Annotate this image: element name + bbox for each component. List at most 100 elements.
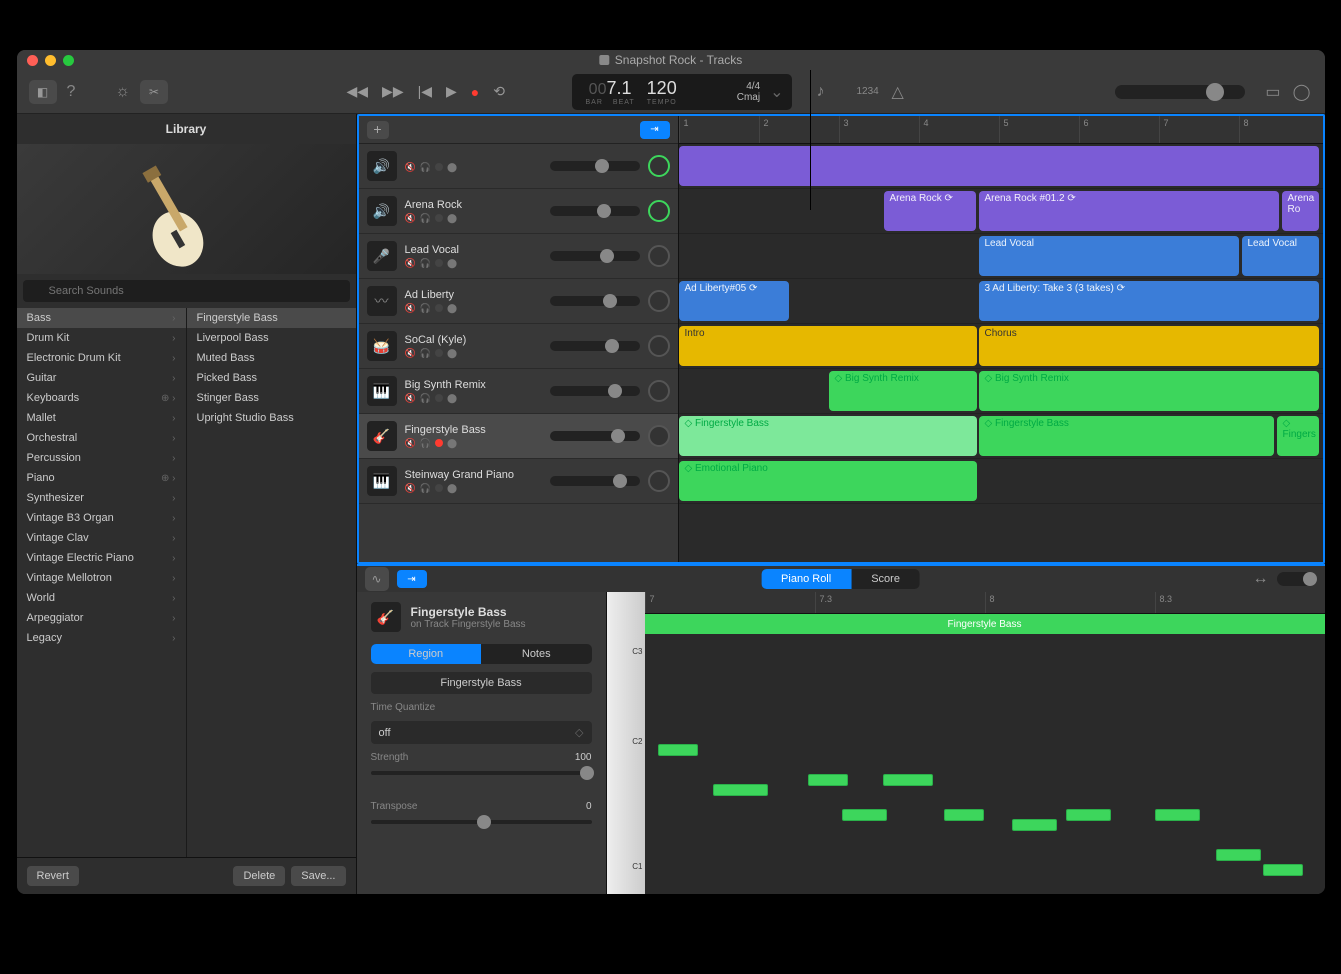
go-to-start-icon[interactable]: |◀ bbox=[418, 83, 432, 100]
category-item[interactable]: Vintage Clav› bbox=[17, 528, 186, 548]
track-lane[interactable]: ◇ Fingerstyle Bass◇ Fingerstyle Bass◇ Fi… bbox=[679, 414, 1323, 459]
track-header-row[interactable]: 🎹 Big Synth Remix 🔇 🎧 ⬤ bbox=[359, 369, 678, 414]
mute-icon[interactable]: 🔇 bbox=[405, 393, 416, 404]
category-item[interactable]: Legacy› bbox=[17, 628, 186, 648]
track-lane[interactable]: Ad Liberty#05 ⟳3 Ad Liberty: Take 3 (3 t… bbox=[679, 279, 1323, 324]
category-item[interactable]: Mallet› bbox=[17, 408, 186, 428]
track-pan-knob[interactable] bbox=[648, 155, 670, 177]
region[interactable]: ◇ Big Synth Remix bbox=[979, 371, 1319, 411]
midi-note[interactable] bbox=[1263, 864, 1303, 876]
region[interactable] bbox=[679, 146, 1319, 186]
track-lane[interactable]: ◇ Big Synth Remix◇ Big Synth Remix bbox=[679, 369, 1323, 414]
track-pan-knob[interactable] bbox=[648, 425, 670, 447]
chevron-down-icon[interactable]: ⌄ bbox=[770, 82, 783, 102]
help-icon[interactable]: ? bbox=[67, 83, 76, 101]
category-item[interactable]: Electronic Drum Kit› bbox=[17, 348, 186, 368]
notes-tab[interactable]: Notes bbox=[481, 644, 592, 664]
track-lane[interactable]: Arena Rock ⟳Arena Rock #01.2 ⟳Arena Ro bbox=[679, 189, 1323, 234]
strength-slider[interactable] bbox=[371, 771, 592, 775]
midi-note[interactable] bbox=[842, 809, 887, 821]
mute-icon[interactable]: 🔇 bbox=[405, 258, 416, 269]
region[interactable]: Intro bbox=[679, 326, 977, 366]
category-item[interactable]: Vintage Mellotron› bbox=[17, 568, 186, 588]
track-header-row[interactable]: 🔊 Arena Rock 🔇 🎧 ⬤ bbox=[359, 189, 678, 234]
input-icon[interactable]: ⬤ bbox=[447, 303, 457, 314]
master-volume-slider[interactable] bbox=[1115, 85, 1245, 99]
score-tab[interactable]: Score bbox=[851, 569, 920, 589]
close-icon[interactable] bbox=[27, 55, 38, 66]
add-track-button[interactable]: + bbox=[367, 121, 389, 139]
lcd-display[interactable]: 007.1 BAR BEAT 120 TEMPO 4/4 Cmaj ⌄ bbox=[572, 74, 792, 110]
preset-item[interactable]: Stinger Bass bbox=[187, 388, 356, 408]
preset-item[interactable]: Muted Bass bbox=[187, 348, 356, 368]
quantize-select[interactable]: off ◇ bbox=[371, 721, 592, 744]
track-volume-fader[interactable] bbox=[550, 296, 640, 306]
horizontal-zoom-icon[interactable]: ↔ bbox=[1253, 570, 1269, 588]
track-pan-knob[interactable] bbox=[648, 290, 670, 312]
track-volume-fader[interactable] bbox=[550, 386, 640, 396]
track-volume-fader[interactable] bbox=[550, 251, 640, 261]
input-icon[interactable]: ⬤ bbox=[447, 258, 457, 269]
category-item[interactable]: Vintage B3 Organ› bbox=[17, 508, 186, 528]
region[interactable]: ◇ Fingerstyle Bass bbox=[679, 416, 977, 456]
track-header-row[interactable]: 🎸 Fingerstyle Bass 🔇 🎧 ⬤ bbox=[359, 414, 678, 459]
category-item[interactable]: Bass› bbox=[17, 308, 186, 328]
preset-item[interactable]: Fingerstyle Bass bbox=[187, 308, 356, 328]
midi-note[interactable] bbox=[658, 744, 698, 756]
category-item[interactable]: Keyboards⊕ › bbox=[17, 388, 186, 408]
minimize-icon[interactable] bbox=[45, 55, 56, 66]
track-header-row[interactable]: 〰 Ad Liberty 🔇 🎧 ⬤ bbox=[359, 279, 678, 324]
category-item[interactable]: Vintage Electric Piano› bbox=[17, 548, 186, 568]
region[interactable]: Chorus bbox=[979, 326, 1319, 366]
headphone-icon[interactable]: 🎧 bbox=[420, 438, 431, 449]
track-pan-knob[interactable] bbox=[648, 335, 670, 357]
track-pan-knob[interactable] bbox=[648, 200, 670, 222]
editor-filter-button[interactable]: ⇥ bbox=[397, 570, 427, 588]
track-volume-fader[interactable] bbox=[550, 341, 640, 351]
track-lane[interactable]: IntroChorus bbox=[679, 324, 1323, 369]
track-volume-fader[interactable] bbox=[550, 161, 640, 171]
record-enable-icon[interactable] bbox=[435, 214, 443, 222]
midi-note[interactable] bbox=[808, 774, 848, 786]
region[interactable]: Arena Rock ⟳ bbox=[884, 191, 976, 231]
midi-note[interactable] bbox=[1012, 819, 1057, 831]
track-header-row[interactable]: 🥁 SoCal (Kyle) 🔇 🎧 ⬤ bbox=[359, 324, 678, 369]
mute-icon[interactable]: 🔇 bbox=[405, 303, 416, 314]
loops-icon[interactable]: ◯ bbox=[1293, 82, 1311, 102]
headphone-icon[interactable]: 🎧 bbox=[420, 303, 431, 314]
category-item[interactable]: Percussion› bbox=[17, 448, 186, 468]
record-enable-icon[interactable] bbox=[435, 394, 443, 402]
track-volume-fader[interactable] bbox=[550, 206, 640, 216]
record-enable-icon[interactable] bbox=[435, 163, 443, 171]
record-enable-icon[interactable] bbox=[435, 484, 443, 492]
region[interactable]: Ad Liberty#05 ⟳ bbox=[679, 281, 789, 321]
transpose-slider[interactable] bbox=[371, 820, 592, 824]
piano-keyboard[interactable]: C3 C2 C1 bbox=[607, 592, 645, 894]
region[interactable]: ◇ Fingerstyle Bass bbox=[979, 416, 1274, 456]
region-name-field[interactable]: Fingerstyle Bass bbox=[371, 672, 592, 694]
region[interactable]: ◇ Big Synth Remix bbox=[829, 371, 977, 411]
midi-note[interactable] bbox=[713, 784, 768, 796]
track-volume-fader[interactable] bbox=[550, 476, 640, 486]
piano-roll-ruler[interactable]: 77.388.3 bbox=[645, 592, 1325, 614]
category-item[interactable]: World› bbox=[17, 588, 186, 608]
timeline-ruler[interactable]: 12345678 bbox=[679, 116, 1323, 144]
category-item[interactable]: Synthesizer› bbox=[17, 488, 186, 508]
mute-icon[interactable]: 🔇 bbox=[405, 213, 416, 224]
track-pan-knob[interactable] bbox=[648, 380, 670, 402]
category-item[interactable]: Drum Kit› bbox=[17, 328, 186, 348]
piano-roll-grid[interactable]: 77.388.3 Fingerstyle Bass bbox=[645, 592, 1325, 894]
headphone-icon[interactable]: 🎧 bbox=[420, 213, 431, 224]
notepad-icon[interactable]: ▭ bbox=[1265, 82, 1280, 102]
rewind-icon[interactable]: ◀◀ bbox=[347, 83, 369, 100]
filter-button[interactable]: ⇥ bbox=[640, 121, 670, 139]
region-tab[interactable]: Region bbox=[371, 644, 482, 664]
input-icon[interactable]: ⬤ bbox=[447, 438, 457, 449]
region[interactable]: Arena Rock #01.2 ⟳ bbox=[979, 191, 1279, 231]
delete-button[interactable]: Delete bbox=[233, 866, 285, 886]
midi-note[interactable] bbox=[1066, 809, 1111, 821]
category-item[interactable]: Guitar› bbox=[17, 368, 186, 388]
record-enable-icon[interactable] bbox=[435, 259, 443, 267]
preset-item[interactable]: Picked Bass bbox=[187, 368, 356, 388]
midi-note[interactable] bbox=[1216, 849, 1261, 861]
